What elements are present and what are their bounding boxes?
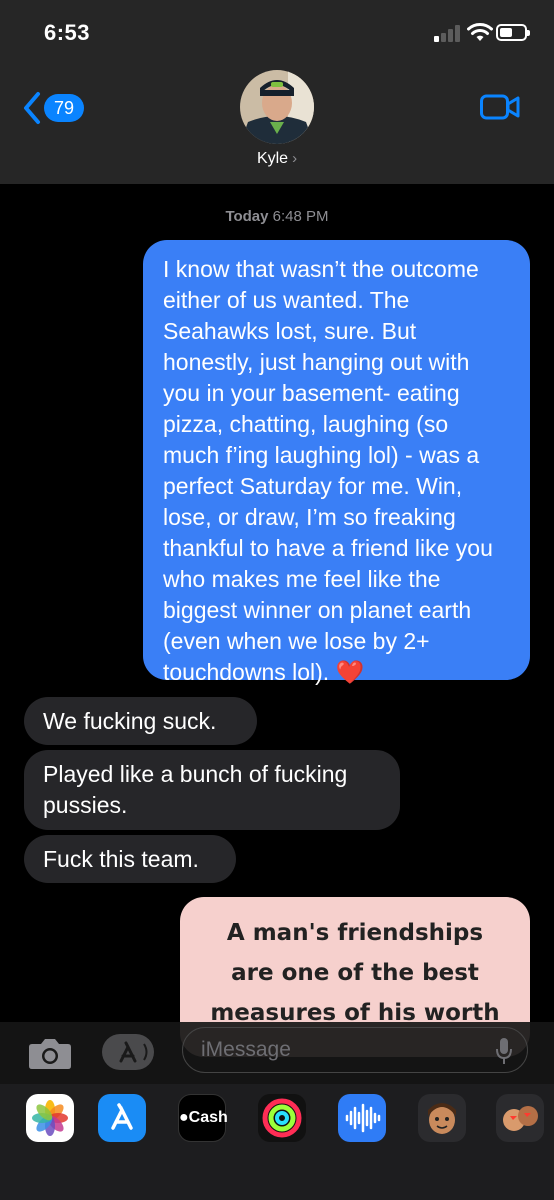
app-store-icon [98, 1094, 146, 1142]
message-input[interactable]: iMessage [182, 1027, 528, 1073]
sent-message-bubble[interactable]: I know that wasn’t the outcome either of… [143, 240, 530, 685]
memoji-app[interactable] [418, 1094, 466, 1142]
camera-icon[interactable] [28, 1036, 72, 1070]
contact-name: Kyle [256, 150, 289, 167]
chevron-left-icon [24, 92, 40, 124]
message-timestamp: Today 6:48 PM [0, 208, 554, 225]
timestamp-day: Today [225, 208, 269, 225]
memoji-stickers-app[interactable] [496, 1094, 544, 1142]
chevron-right-icon: › [292, 150, 298, 167]
back-button[interactable]: 79 [22, 90, 92, 126]
app-store-app[interactable] [98, 1094, 146, 1142]
card-line: are one of the best [231, 960, 479, 986]
apple-cash-app[interactable]: ●Cash [178, 1094, 228, 1142]
activity-rings-icon [258, 1094, 306, 1142]
message-input-placeholder: iMessage [201, 1038, 291, 1061]
compose-bar: iMessage [0, 1022, 554, 1084]
wifi-icon [467, 23, 493, 41]
app-store-button[interactable] [102, 1034, 154, 1070]
card-line: A man's friendships [226, 920, 484, 946]
avatar[interactable] [240, 70, 314, 144]
audio-message-app[interactable] [338, 1094, 386, 1142]
microphone-icon[interactable] [495, 1037, 513, 1065]
timestamp-time: 6:48 PM [272, 208, 329, 225]
audio-waveform-icon [338, 1094, 386, 1142]
status-time: 6:53 [44, 20, 91, 45]
photos-icon [26, 1094, 74, 1142]
video-call-icon[interactable] [480, 94, 520, 120]
conversation-header: 79 Kyle › [0, 60, 554, 184]
received-message-bubble[interactable]: Fuck this team. [24, 835, 236, 883]
apple-cash-icon: ● [179, 1109, 189, 1126]
received-message-bubble[interactable]: Played like a bunch of fucking pussies. [24, 750, 400, 830]
battery-icon [496, 24, 530, 41]
contact-name-button[interactable]: Kyle › [0, 150, 554, 168]
status-bar: 6:53 [0, 0, 554, 60]
photos-app[interactable] [26, 1094, 74, 1142]
memoji-icon [418, 1094, 466, 1142]
cellular-signal-icon [434, 24, 462, 42]
app-drawer: ●Cash [0, 1084, 554, 1200]
cash-label: Cash [188, 1109, 228, 1126]
received-message-bubble[interactable]: We fucking suck. [24, 697, 257, 745]
app-store-icon [119, 1041, 148, 1063]
memoji-stickers-icon [496, 1094, 544, 1142]
unread-count-badge: 79 [44, 94, 84, 122]
activity-app[interactable] [258, 1094, 306, 1142]
